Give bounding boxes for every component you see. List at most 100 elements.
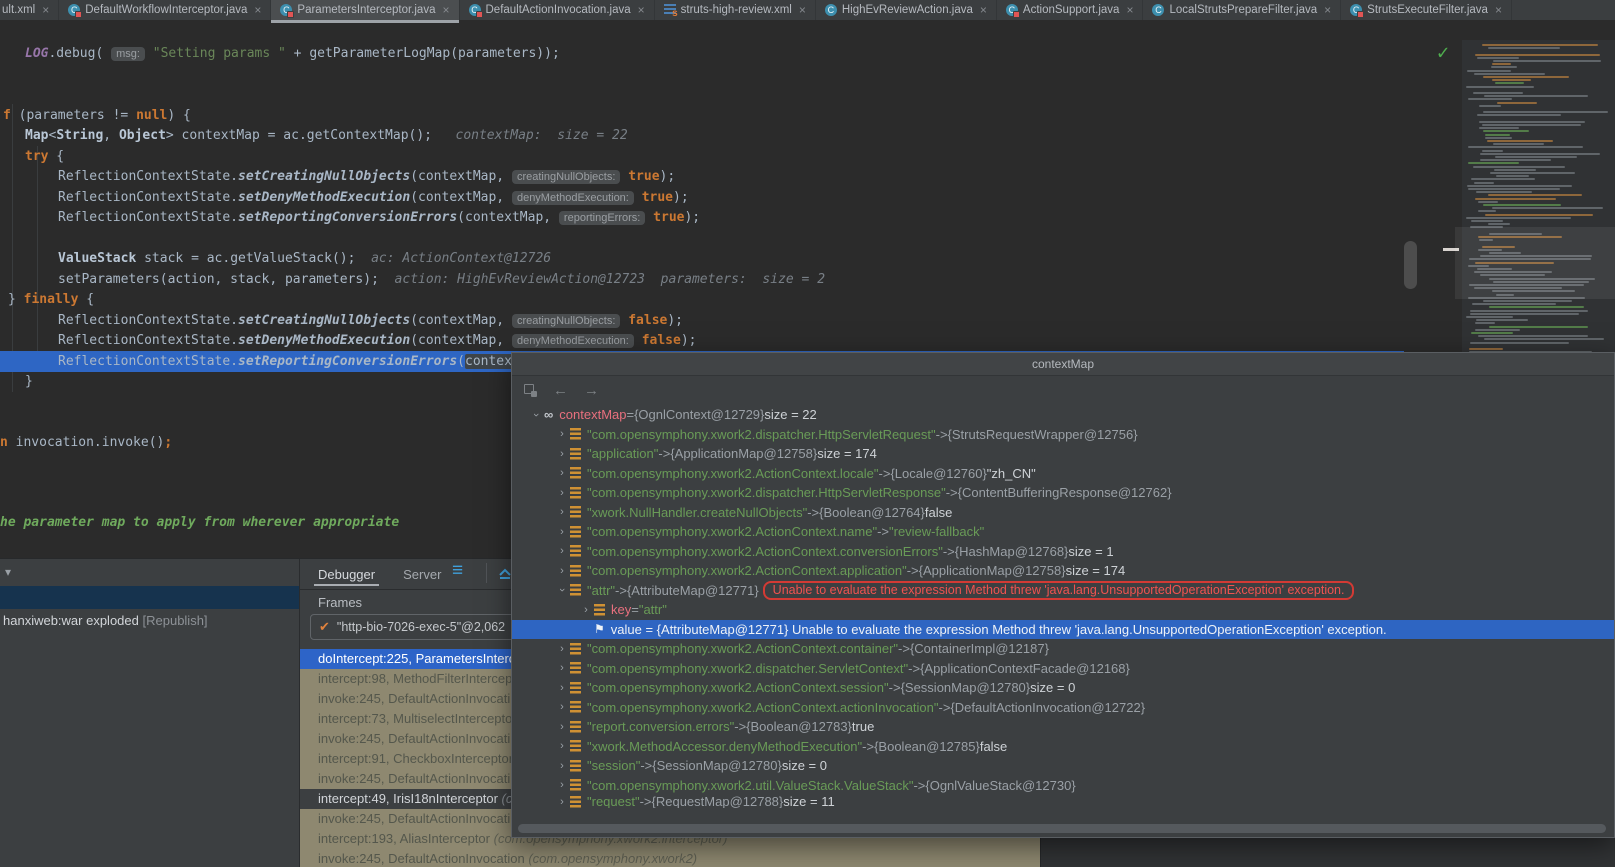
minimap-code-bar (1489, 326, 1588, 328)
minimap-viewport[interactable] (1455, 227, 1615, 299)
editor-tab[interactable]: CHighEvReviewAction.java× (816, 0, 997, 20)
variable-row[interactable]: ›"com.opensymphony.xwork2.ActionContext.… (512, 542, 1614, 562)
map-entry-icon (570, 584, 581, 596)
inspections-ok-check-icon[interactable]: ✓ (1437, 40, 1449, 64)
close-icon[interactable]: × (442, 3, 449, 17)
chevron-collapsed-icon[interactable]: › (554, 682, 570, 694)
code-line: ReflectionContextState.setCreatingNullOb… (58, 167, 675, 187)
code-line: he parameter map to apply from wherever … (0, 513, 399, 533)
forward-arrow-icon[interactable]: → (584, 382, 599, 399)
debug-tab-server[interactable]: Server (403, 567, 441, 582)
close-icon[interactable]: × (1324, 3, 1331, 17)
minimap-code-bar (1475, 329, 1520, 331)
minimap-code-bar (1490, 172, 1575, 174)
chevron-collapsed-icon[interactable]: › (578, 604, 594, 616)
variable-row[interactable]: ›"xwork.MethodAccessor.denyMethodExecuti… (512, 737, 1614, 757)
variable-row[interactable]: ›"session" -> {SessionMap@12780} size = … (512, 756, 1614, 776)
editor-vertical-scrollbar[interactable] (1404, 241, 1417, 289)
editor-tab[interactable]: struts-high-review.xml× (655, 0, 816, 20)
minimap-code-bar (1483, 204, 1561, 206)
close-icon[interactable]: × (42, 3, 49, 17)
minimap-code-bar (1478, 335, 1588, 337)
variable-row[interactable]: ›"com.opensymphony.xwork2.ActionContext.… (512, 698, 1614, 718)
variable-row[interactable]: ›"com.opensymphony.xwork2.dispatcher.Htt… (512, 425, 1614, 445)
variable-row[interactable]: ⚑value = {AttributeMap@12771} Unable to … (512, 620, 1614, 640)
chevron-collapsed-icon[interactable]: › (554, 506, 570, 518)
minimap-code-bar (1472, 303, 1556, 305)
variable-row[interactable]: ›"com.opensymphony.xwork2.ActionContext.… (512, 639, 1614, 659)
minimap-code-bar (1487, 140, 1553, 142)
back-arrow-icon[interactable]: ← (553, 382, 568, 399)
chevron-down-icon[interactable]: ▾ (5, 565, 11, 579)
chevron-collapsed-icon[interactable]: › (554, 760, 570, 772)
close-icon[interactable]: × (1495, 3, 1502, 17)
editor-tab[interactable]: CLocalStrutsPrepareFilter.java× (1143, 0, 1341, 20)
code-minimap[interactable] (1462, 40, 1615, 380)
close-icon[interactable]: × (638, 3, 645, 17)
chevron-collapsed-icon[interactable]: › (554, 487, 570, 499)
close-icon[interactable]: × (799, 3, 806, 17)
chevron-collapsed-icon[interactable]: › (554, 740, 570, 752)
minimap-code-bar (1474, 73, 1545, 75)
variable-row[interactable]: ›"com.opensymphony.xwork2.dispatcher.Htt… (512, 483, 1614, 503)
chevron-collapsed-icon[interactable]: › (554, 721, 570, 733)
code-line: ReflectionContextState.setDenyMethodExec… (58, 188, 689, 208)
chevron-collapsed-icon[interactable]: › (554, 428, 570, 440)
variable-row[interactable]: ›"com.opensymphony.xwork2.ActionContext.… (512, 522, 1614, 542)
variable-row[interactable]: ›"com.opensymphony.xwork2.ActionContext.… (512, 678, 1614, 698)
tab-label: ActionSupport.java (1023, 4, 1120, 16)
chevron-collapsed-icon[interactable]: › (554, 526, 570, 538)
chevron-collapsed-icon[interactable]: › (554, 796, 570, 808)
chevron-expanded-icon[interactable]: › (554, 584, 570, 596)
code-line: setParameters(action, stack, parameters)… (58, 270, 825, 290)
variable-row[interactable]: ›"com.opensymphony.xwork2.ActionContext.… (512, 561, 1614, 581)
editor-tab[interactable]: C ParametersInterceptor.java × (271, 0, 459, 20)
show-referring-objects-icon[interactable] (524, 384, 537, 397)
variable-row[interactable]: ›"xwork.NullHandler.createNullObjects" -… (512, 503, 1614, 523)
chevron-collapsed-icon[interactable]: › (554, 779, 570, 791)
variable-row[interactable]: ›key = "attr" (512, 600, 1614, 620)
minimap-code-bar (1478, 210, 1496, 212)
menu-icon[interactable]: ≡ (452, 560, 463, 582)
minimap-code-bar (1483, 111, 1608, 113)
chevron-expanded-icon[interactable]: › (528, 409, 544, 421)
editor-tab[interactable]: CStrutsExecuteFilter.java× (1341, 0, 1512, 20)
chevron-collapsed-icon[interactable]: › (554, 545, 570, 557)
chevron-collapsed-icon[interactable]: › (554, 701, 570, 713)
deployed-app-label[interactable]: hanxiweb:war exploded [Republish] (3, 613, 208, 628)
code-line: try { (25, 147, 64, 167)
editor-tab[interactable]: ult.xml× (0, 0, 59, 20)
debug-panel-tabs: Debugger Server (318, 563, 441, 585)
chevron-collapsed-icon[interactable]: › (554, 662, 570, 674)
variable-row[interactable]: ›"com.opensymphony.xwork2.dispatcher.Ser… (512, 659, 1614, 679)
editor-tab[interactable]: CDefaultWorkflowInterceptor.java× (59, 0, 271, 20)
variable-row[interactable]: ›"attr" -> {AttributeMap@12771}Unable to… (512, 581, 1614, 601)
variable-row[interactable]: ›∞contextMap = {OgnlContext@12729} size … (512, 405, 1614, 425)
chevron-collapsed-icon[interactable]: › (554, 448, 570, 460)
minimap-code-bar (1492, 63, 1511, 65)
popup-horizontal-scrollbar[interactable] (518, 824, 1606, 833)
tab-label: ParametersInterceptor.java (297, 4, 435, 16)
editor-tab[interactable]: CDefaultActionInvocation.java× (460, 0, 655, 20)
thread-running-check-icon: ✔ (319, 619, 330, 635)
debug-tab-debugger[interactable]: Debugger (318, 567, 375, 582)
class-file-icon: C (280, 4, 292, 16)
variable-row[interactable]: ›"request" -> {RequestMap@12788} size = … (512, 795, 1614, 808)
chevron-collapsed-icon[interactable]: › (554, 643, 570, 655)
variable-row[interactable]: ›"application" -> {ApplicationMap@12758}… (512, 444, 1614, 464)
editor-tab[interactable]: CActionSupport.java× (997, 0, 1144, 20)
close-icon[interactable]: × (1126, 3, 1133, 17)
chevron-collapsed-icon[interactable]: › (554, 467, 570, 479)
variable-row[interactable]: ›"com.opensymphony.xwork2.ActionContext.… (512, 464, 1614, 484)
indent-guide (37, 146, 38, 372)
map-entry-icon (570, 467, 581, 479)
stack-frame-row[interactable]: invoke:245, DefaultActionInvocation (com… (300, 849, 1040, 867)
chevron-collapsed-icon[interactable]: › (554, 565, 570, 577)
minimap-code-bar (1483, 130, 1529, 132)
variable-row[interactable]: ›"report.conversion.errors" -> {Boolean@… (512, 717, 1614, 737)
close-icon[interactable]: × (980, 3, 987, 17)
close-icon[interactable]: × (254, 3, 261, 17)
variable-row[interactable]: ›"com.opensymphony.xwork2.util.ValueStac… (512, 776, 1614, 796)
minimap-code-bar (1470, 313, 1579, 315)
server-tree-selected-row[interactable] (0, 586, 299, 609)
